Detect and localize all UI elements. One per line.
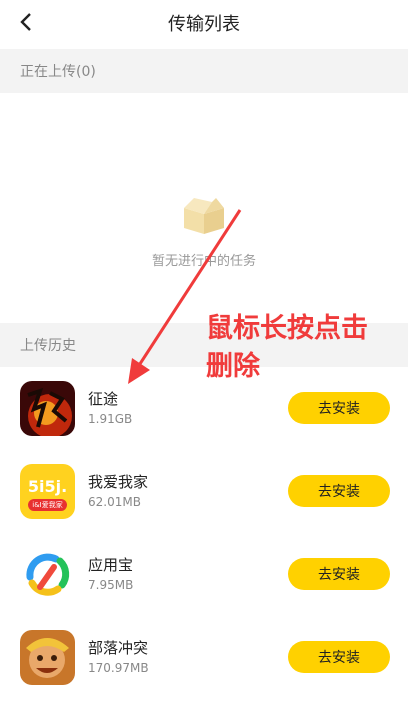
- app-icon-5i5j: 5i5j. i&I爱我家: [20, 464, 75, 519]
- uploading-label: 正在上传(0): [20, 64, 96, 80]
- app-name: 我爱我家: [88, 473, 149, 491]
- history-label: 上传历史: [20, 338, 76, 354]
- app-size: 7.95MB: [88, 578, 134, 592]
- list-item[interactable]: 部落冲突 170.97MB 去安装: [0, 617, 408, 700]
- empty-state-text: 暂无进行中的任务: [151, 254, 256, 269]
- app-icon-subtext: i&I爱我家: [28, 499, 67, 511]
- annotation-line-1: 鼠标长按点击: [206, 313, 368, 344]
- list-item[interactable]: 应用宝 7.95MB 去安装: [0, 534, 408, 617]
- app-icon-yingyongbao: [20, 547, 75, 602]
- app-size: 170.97MB: [88, 661, 149, 675]
- app-name: 部落冲突: [88, 639, 149, 657]
- app-name: 应用宝: [88, 556, 134, 574]
- empty-box-icon: [184, 198, 224, 234]
- app-icon-text: 5i5j.: [27, 477, 68, 496]
- install-button[interactable]: 去安装: [288, 475, 390, 507]
- app-icon-zhengtu: [20, 381, 75, 436]
- install-button[interactable]: 去安装: [288, 641, 390, 673]
- app-size: 1.91GB: [88, 412, 133, 426]
- top-bar: 传输列表: [0, 0, 408, 46]
- page-title: 传输列表: [168, 14, 240, 35]
- app-name: 征途: [88, 390, 119, 408]
- install-button[interactable]: 去安装: [288, 558, 390, 590]
- install-button[interactable]: 去安装: [288, 392, 390, 424]
- annotation-text: 鼠标长按点击 删除: [206, 310, 368, 386]
- list-item[interactable]: 5i5j. i&I爱我家 我爱我家 62.01MB 去安装: [0, 451, 408, 534]
- uploading-section-header: 正在上传(0): [0, 49, 408, 93]
- app-size: 62.01MB: [88, 495, 141, 509]
- app-icon-clash: [20, 630, 75, 685]
- annotation-line-2: 删除: [206, 351, 260, 382]
